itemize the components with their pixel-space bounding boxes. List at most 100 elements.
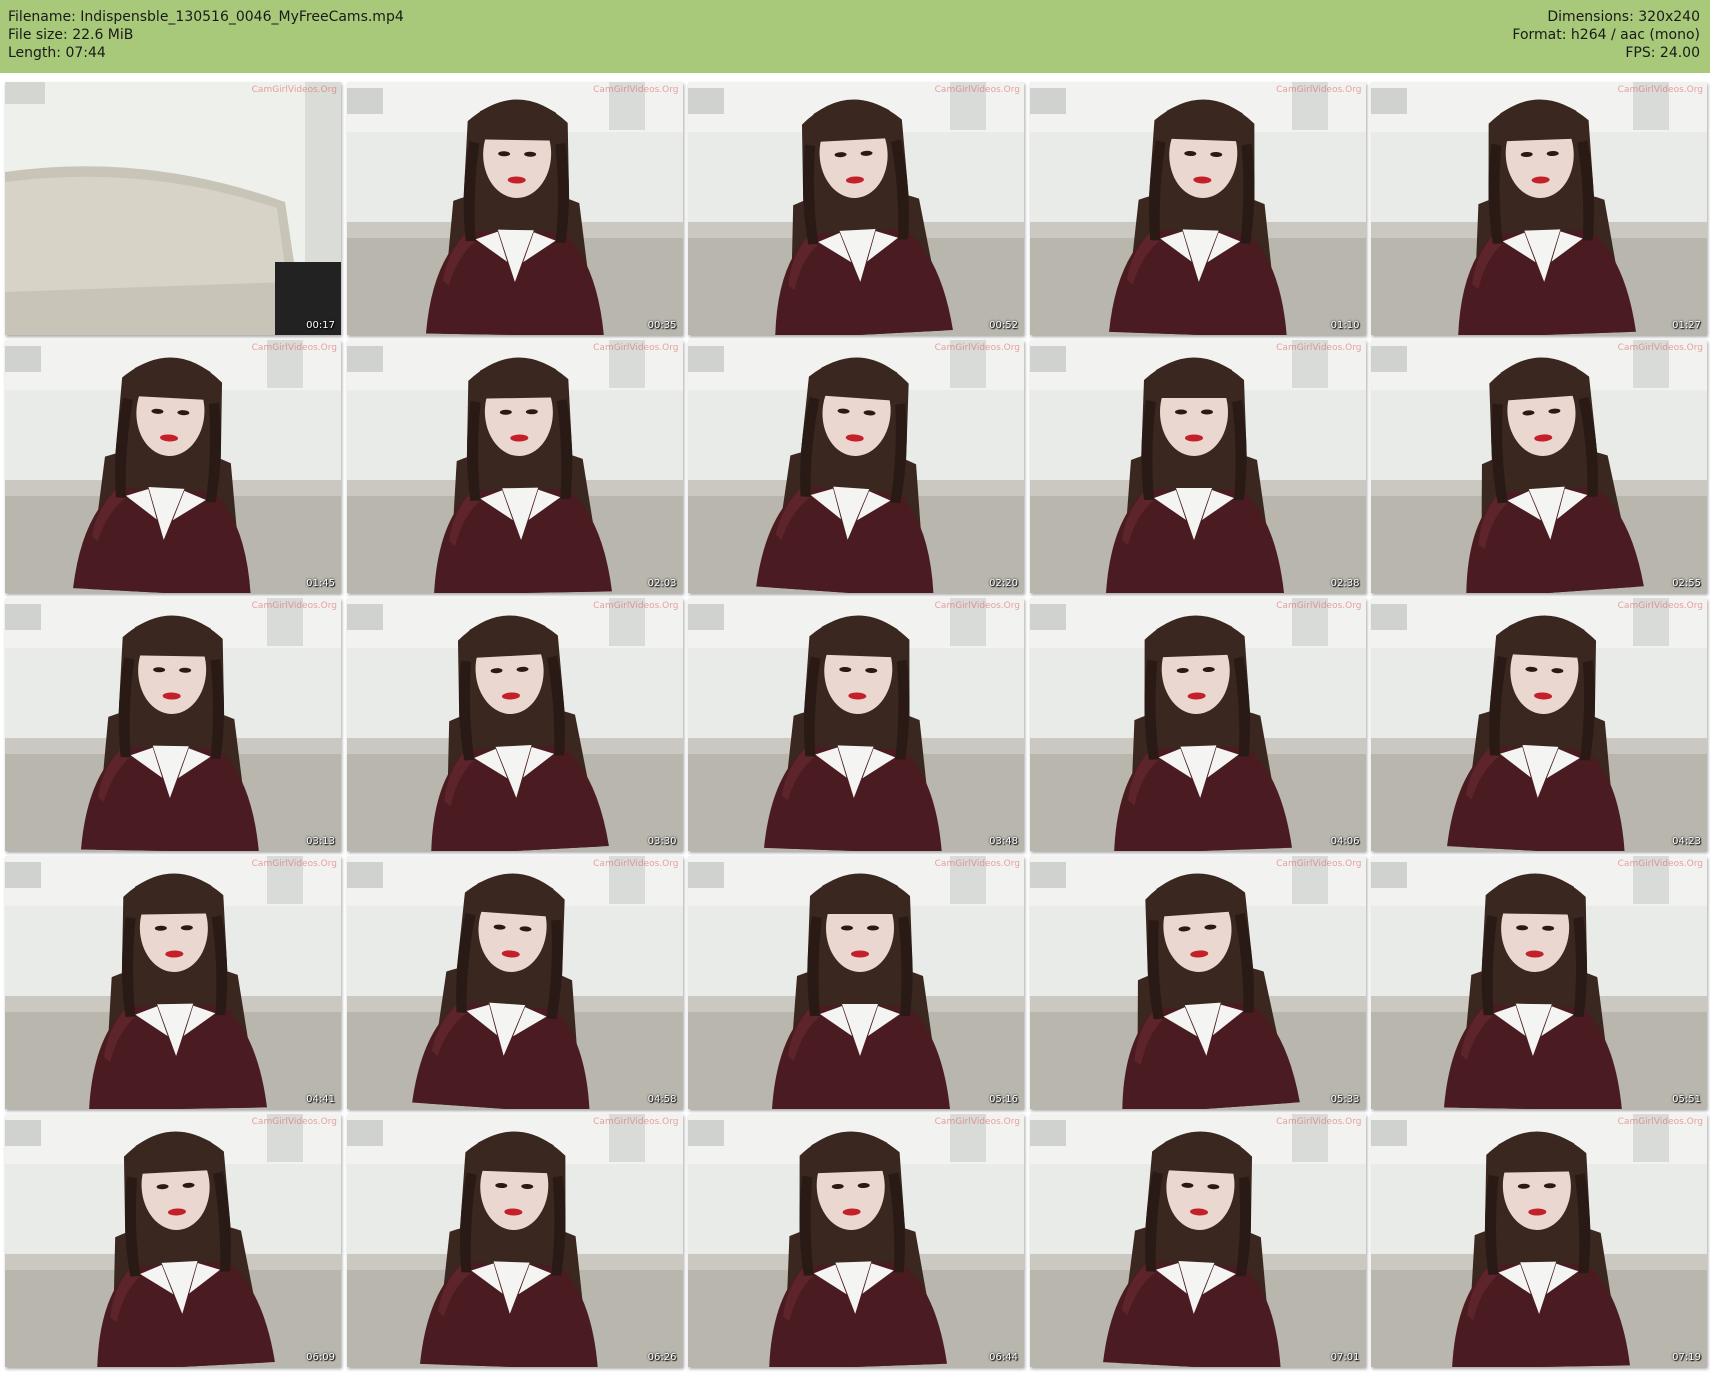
watermark-text: CamGirlVideos.Org bbox=[1276, 85, 1362, 95]
thumbnail-frame-image bbox=[5, 598, 341, 851]
thumbnail-frame-image bbox=[1371, 340, 1707, 593]
watermark-text: CamGirlVideos.Org bbox=[1617, 343, 1703, 353]
thumbnail-frame-image bbox=[1371, 856, 1707, 1109]
thumbnail-timestamp: 04:58 bbox=[647, 1094, 677, 1105]
video-thumbnail: CamGirlVideos.Org 03:13 bbox=[5, 598, 341, 851]
watermark-text: CamGirlVideos.Org bbox=[1276, 601, 1362, 611]
video-thumbnail: CamGirlVideos.Org 03:48 bbox=[688, 598, 1024, 851]
dimensions-text: Dimensions: 320x240 bbox=[1547, 9, 1700, 25]
thumbnail-frame-image bbox=[346, 82, 683, 335]
watermark-text: CamGirlVideos.Org bbox=[593, 343, 679, 353]
watermark-text: CamGirlVideos.Org bbox=[251, 859, 337, 869]
thumbnail-frame-image bbox=[1029, 1114, 1366, 1367]
watermark-text: CamGirlVideos.Org bbox=[934, 85, 1020, 95]
thumbnail-timestamp: 07:01 bbox=[1330, 1352, 1360, 1363]
thumbnail-timestamp: 02:38 bbox=[1330, 578, 1360, 589]
video-thumbnail: CamGirlVideos.Org 04:06 bbox=[1029, 598, 1366, 851]
thumbnail-timestamp: 02:20 bbox=[989, 578, 1018, 589]
video-thumbnail: CamGirlVideos.Org 01:10 bbox=[1029, 82, 1366, 335]
watermark-text: CamGirlVideos.Org bbox=[593, 859, 679, 869]
thumbnail-frame-image bbox=[688, 856, 1024, 1109]
fps-text: FPS: 24.00 bbox=[1625, 45, 1700, 61]
thumbnail-timestamp: 01:10 bbox=[1330, 320, 1360, 331]
thumbnail-timestamp: 06:26 bbox=[647, 1352, 677, 1363]
thumbnail-timestamp: 07:19 bbox=[1672, 1352, 1701, 1363]
video-thumbnail: CamGirlVideos.Org 06:26 bbox=[346, 1114, 683, 1367]
watermark-text: CamGirlVideos.Org bbox=[593, 601, 679, 611]
video-thumbnail: CamGirlVideos.Org 07:19 bbox=[1371, 1114, 1707, 1367]
thumbnail-timestamp: 04:06 bbox=[1330, 836, 1360, 847]
video-thumbnail: CamGirlVideos.Org 06:44 bbox=[688, 1114, 1024, 1367]
watermark-text: CamGirlVideos.Org bbox=[1617, 859, 1703, 869]
filesize-text: File size: 22.6 MiB bbox=[8, 27, 134, 43]
video-thumbnail: CamGirlVideos.Org 00:52 bbox=[688, 82, 1024, 335]
thumbnail-timestamp: 00:52 bbox=[989, 320, 1018, 331]
filename-text: Filename: Indispensble_130516_0046_MyFre… bbox=[8, 9, 404, 25]
watermark-text: CamGirlVideos.Org bbox=[934, 859, 1020, 869]
thumbnail-timestamp: 05:16 bbox=[989, 1094, 1018, 1105]
thumbnail-frame-image bbox=[5, 856, 341, 1109]
thumbnail-timestamp: 04:41 bbox=[306, 1094, 335, 1105]
watermark-text: CamGirlVideos.Org bbox=[934, 343, 1020, 353]
thumbnail-timestamp: 00:17 bbox=[306, 320, 335, 331]
video-thumbnail: CamGirlVideos.Org 01:45 bbox=[5, 340, 341, 593]
thumbnail-timestamp: 00:35 bbox=[647, 320, 677, 331]
thumbnail-frame-image bbox=[1029, 82, 1366, 335]
thumbnail-frame-image bbox=[5, 1114, 341, 1367]
thumbnail-timestamp: 01:45 bbox=[306, 578, 335, 589]
thumbnail-frame-image bbox=[1371, 1114, 1707, 1367]
video-thumbnail: CamGirlVideos.Org 02:03 bbox=[346, 340, 683, 593]
watermark-text: CamGirlVideos.Org bbox=[251, 85, 337, 95]
watermark-text: CamGirlVideos.Org bbox=[934, 601, 1020, 611]
thumbnail-timestamp: 02:55 bbox=[1672, 578, 1701, 589]
watermark-text: CamGirlVideos.Org bbox=[1617, 85, 1703, 95]
thumbnail-frame-image bbox=[1371, 82, 1707, 335]
video-thumbnail: CamGirlVideos.Org 05:16 bbox=[688, 856, 1024, 1109]
watermark-text: CamGirlVideos.Org bbox=[251, 343, 337, 353]
video-thumbnail: CamGirlVideos.Org 06:09 bbox=[5, 1114, 341, 1367]
thumbnail-timestamp: 01:27 bbox=[1672, 320, 1701, 331]
video-thumbnail: CamGirlVideos.Org 02:55 bbox=[1371, 340, 1707, 593]
video-thumbnail: CamGirlVideos.Org 04:23 bbox=[1371, 598, 1707, 851]
thumbnail-timestamp: 06:09 bbox=[306, 1352, 335, 1363]
file-info-left: Filename: Indispensble_130516_0046_MyFre… bbox=[8, 8, 404, 62]
watermark-text: CamGirlVideos.Org bbox=[251, 1117, 337, 1127]
thumbnail-timestamp: 03:30 bbox=[647, 836, 677, 847]
thumbnail-frame-image bbox=[688, 1114, 1024, 1367]
file-info-right: Dimensions: 320x240 Format: h264 / aac (… bbox=[1512, 8, 1700, 62]
watermark-text: CamGirlVideos.Org bbox=[934, 1117, 1020, 1127]
video-thumbnail: CamGirlVideos.Org 05:33 bbox=[1029, 856, 1366, 1109]
thumbnail-timestamp: 04:23 bbox=[1672, 836, 1701, 847]
thumbnail-frame-image bbox=[1029, 856, 1366, 1109]
length-text: Length: 07:44 bbox=[8, 45, 106, 61]
thumbnail-grid: CamGirlVideos.Org 00:17 CamGirlVideos.Or… bbox=[5, 82, 1707, 1367]
watermark-text: CamGirlVideos.Org bbox=[1617, 1117, 1703, 1127]
watermark-text: CamGirlVideos.Org bbox=[1276, 1117, 1362, 1127]
thumbnail-timestamp: 03:13 bbox=[306, 836, 335, 847]
thumbnail-frame-image bbox=[1029, 340, 1366, 593]
thumbnail-frame-image bbox=[346, 340, 683, 593]
thumbnail-frame-image bbox=[5, 340, 341, 593]
thumbnail-timestamp: 05:51 bbox=[1672, 1094, 1701, 1105]
video-thumbnail: CamGirlVideos.Org 01:27 bbox=[1371, 82, 1707, 335]
thumbnail-frame-image bbox=[5, 82, 341, 335]
watermark-text: CamGirlVideos.Org bbox=[593, 85, 679, 95]
video-thumbnail: CamGirlVideos.Org 00:17 bbox=[5, 82, 341, 335]
thumbnail-frame-image bbox=[688, 340, 1024, 593]
watermark-text: CamGirlVideos.Org bbox=[1276, 859, 1362, 869]
thumbnail-frame-image bbox=[1029, 598, 1366, 851]
video-thumbnail: CamGirlVideos.Org 04:58 bbox=[346, 856, 683, 1109]
thumbnail-timestamp: 05:33 bbox=[1330, 1094, 1360, 1105]
format-text: Format: h264 / aac (mono) bbox=[1512, 27, 1700, 43]
watermark-text: CamGirlVideos.Org bbox=[1617, 601, 1703, 611]
thumbnail-frame-image bbox=[1371, 598, 1707, 851]
thumbnail-frame-image bbox=[346, 1114, 683, 1367]
thumbnail-frame-image bbox=[688, 82, 1024, 335]
video-thumbnail: CamGirlVideos.Org 02:20 bbox=[688, 340, 1024, 593]
video-thumbnail: CamGirlVideos.Org 04:41 bbox=[5, 856, 341, 1109]
video-thumbnail: CamGirlVideos.Org 03:30 bbox=[346, 598, 683, 851]
video-thumbnail: CamGirlVideos.Org 00:35 bbox=[346, 82, 683, 335]
video-thumbnail: CamGirlVideos.Org 02:38 bbox=[1029, 340, 1366, 593]
thumbnail-frame-image bbox=[346, 598, 683, 851]
video-thumbnail: CamGirlVideos.Org 05:51 bbox=[1371, 856, 1707, 1109]
